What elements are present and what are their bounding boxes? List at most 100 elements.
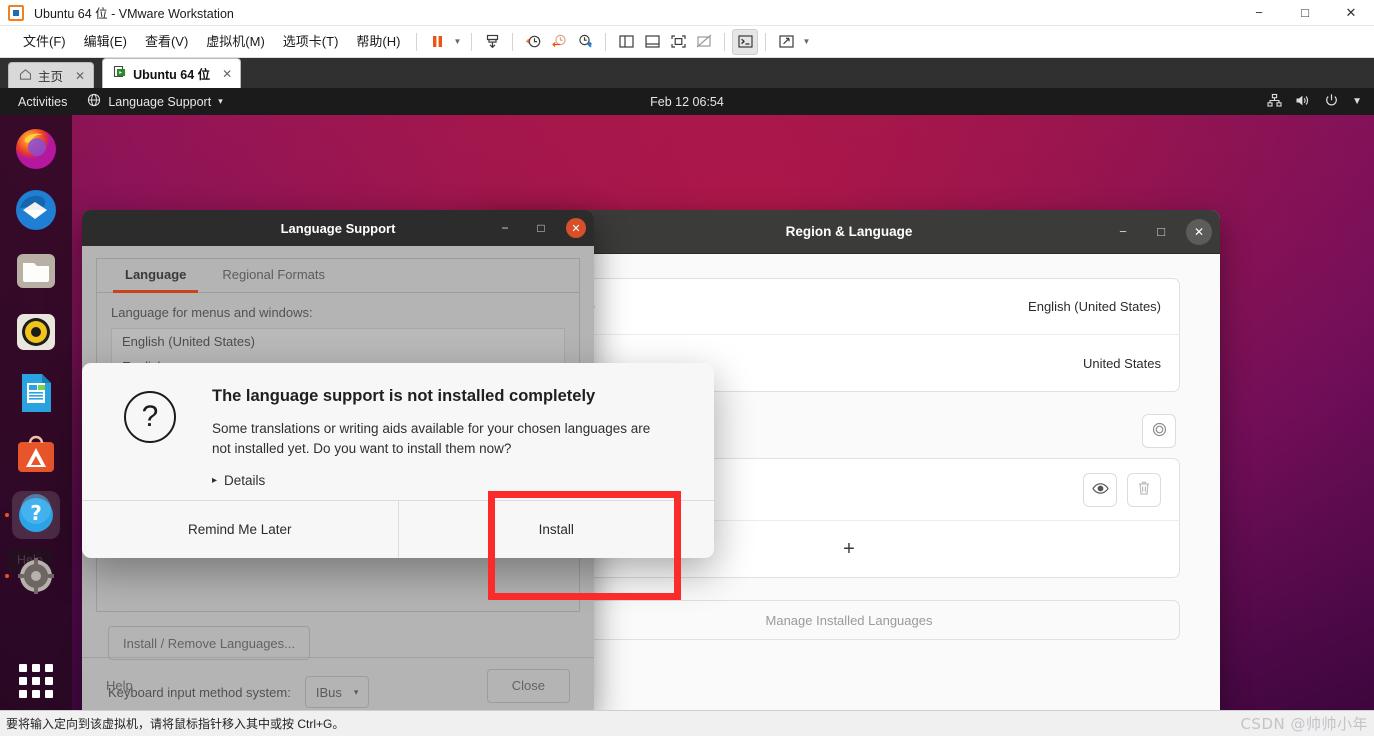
vmware-minimize-button[interactable]: − bbox=[1236, 0, 1282, 26]
trash-icon bbox=[1137, 480, 1151, 499]
dock-item-help[interactable]: ? bbox=[12, 491, 60, 539]
guest-screen: Activities Language Support ▾ Feb 12 06:… bbox=[0, 88, 1374, 710]
menu-tabs[interactable]: 选项卡(T) bbox=[274, 26, 348, 58]
alert-content: ? The language support is not installed … bbox=[82, 363, 714, 500]
toolbar-divider bbox=[605, 32, 607, 51]
network-icon bbox=[1267, 93, 1282, 111]
toolbar-divider bbox=[416, 32, 418, 51]
snapshot-manage-icon[interactable] bbox=[572, 29, 598, 55]
language-maximize-button[interactable]: □ bbox=[530, 217, 552, 239]
vmware-status-message: 要将输入定向到该虚拟机，请将鼠标指针移入其中或按 Ctrl+G。 bbox=[6, 717, 345, 731]
chevron-down-icon: ▾ bbox=[218, 96, 223, 106]
language-menu-label: Language for menus and windows: bbox=[111, 305, 313, 320]
tab-language[interactable]: Language bbox=[107, 259, 204, 293]
dock-item-thunderbird[interactable] bbox=[12, 186, 60, 234]
panel-left-icon[interactable] bbox=[613, 29, 639, 55]
plus-icon: + bbox=[843, 537, 855, 560]
vmware-maximize-button[interactable]: □ bbox=[1282, 0, 1328, 26]
tab-home-label: 主页 bbox=[38, 70, 64, 84]
terminal-icon[interactable] bbox=[732, 28, 759, 55]
menu-edit[interactable]: 编辑(E) bbox=[75, 26, 136, 58]
remind-me-later-button[interactable]: Remind Me Later bbox=[82, 501, 398, 558]
vm-play-icon bbox=[113, 65, 127, 82]
tab-ubuntu-64[interactable]: Ubuntu 64 位 ✕ bbox=[102, 58, 242, 88]
question-mark-icon: ? bbox=[124, 391, 176, 443]
list-item[interactable]: English (United States) bbox=[112, 329, 564, 354]
install-highlight-annotation bbox=[488, 491, 681, 600]
toolbar-divider bbox=[765, 32, 767, 51]
send-keys-icon[interactable] bbox=[479, 29, 505, 55]
install-remove-languages-button[interactable]: Install / Remove Languages... bbox=[108, 626, 310, 660]
chevron-right-icon: ▸ bbox=[212, 475, 218, 487]
panel-bottom-icon[interactable] bbox=[639, 29, 665, 55]
vmware-statusbar: 要将输入定向到该虚拟机，请将鼠标指针移入其中或按 Ctrl+G。 bbox=[0, 710, 1374, 736]
row-language[interactable]: Language English (United States) bbox=[519, 279, 1179, 335]
region-maximize-button[interactable]: □ bbox=[1148, 219, 1174, 245]
menu-help[interactable]: 帮助(H) bbox=[347, 26, 409, 58]
dock-item-libreoffice-writer[interactable] bbox=[12, 369, 60, 417]
tab-home[interactable]: 主页 ✕ bbox=[8, 62, 95, 88]
gear-icon bbox=[1151, 421, 1168, 441]
tab-regional-formats[interactable]: Regional Formats bbox=[204, 259, 343, 292]
toolbar-divider bbox=[471, 32, 473, 51]
chevron-down-icon[interactable]: ▼ bbox=[450, 29, 464, 55]
dock-show-applications[interactable] bbox=[19, 664, 53, 698]
help-link[interactable]: Help bbox=[106, 678, 133, 693]
dock-item-settings[interactable] bbox=[12, 552, 60, 600]
close-button-label: Close bbox=[511, 678, 545, 693]
power-icon bbox=[1324, 93, 1339, 111]
menu-vm[interactable]: 虚拟机(M) bbox=[197, 26, 274, 58]
dock-item-firefox[interactable] bbox=[12, 125, 60, 173]
snapshot-revert-icon[interactable] bbox=[546, 29, 572, 55]
unity-mode-icon[interactable] bbox=[691, 29, 717, 55]
snapshot-add-icon[interactable] bbox=[520, 29, 546, 55]
globe-icon bbox=[87, 93, 101, 110]
watermark: CSDN @帅帅小年 bbox=[1240, 715, 1368, 733]
input-settings-button[interactable] bbox=[1142, 414, 1176, 448]
dock-item-rhythmbox[interactable] bbox=[12, 308, 60, 356]
region-minimize-button[interactable]: − bbox=[1110, 219, 1136, 245]
region-close-button[interactable]: ✕ bbox=[1186, 218, 1212, 245]
ubuntu-dock: ? bbox=[0, 115, 72, 710]
vmware-close-button[interactable]: ✕ bbox=[1328, 0, 1374, 26]
vmware-logo-icon bbox=[8, 4, 24, 21]
language-window-footer: Help Close bbox=[82, 657, 594, 710]
close-icon[interactable]: ✕ bbox=[75, 69, 85, 83]
toolbar-divider bbox=[724, 32, 726, 51]
pause-button[interactable] bbox=[424, 29, 450, 55]
volume-icon bbox=[1295, 93, 1311, 111]
language-window-header: Language Support − □ ✕ bbox=[82, 210, 594, 246]
activities-button[interactable]: Activities bbox=[0, 95, 79, 109]
vmware-window-title: Ubuntu 64 位 - VMware Workstation bbox=[34, 7, 234, 21]
language-close-button[interactable]: ✕ bbox=[566, 218, 586, 238]
svg-text:?: ? bbox=[30, 501, 42, 525]
dock-item-files[interactable] bbox=[12, 247, 60, 295]
gnome-system-menu[interactable]: ▼ bbox=[1267, 93, 1362, 111]
language-minimize-button[interactable]: − bbox=[494, 217, 516, 239]
manage-installed-languages-button[interactable]: Manage Installed Languages bbox=[518, 600, 1180, 640]
close-button[interactable]: Close bbox=[486, 668, 570, 703]
vmware-titlebar: Ubuntu 64 位 - VMware Workstation − □ ✕ bbox=[0, 0, 1374, 26]
home-icon bbox=[19, 68, 32, 84]
toolbar-divider bbox=[512, 32, 514, 51]
fullscreen-icon[interactable] bbox=[665, 29, 691, 55]
chevron-down-icon[interactable]: ▼ bbox=[799, 29, 813, 55]
manage-installed-languages-label: Manage Installed Languages bbox=[765, 612, 933, 628]
stretch-icon[interactable] bbox=[773, 29, 799, 55]
tab-ubuntu-label: Ubuntu 64 位 bbox=[133, 68, 211, 82]
alert-details-toggle[interactable]: ▸ Details bbox=[212, 473, 652, 488]
close-icon[interactable]: ✕ bbox=[222, 67, 232, 81]
eye-icon bbox=[1091, 482, 1109, 498]
menu-file[interactable]: 文件(F) bbox=[14, 26, 75, 58]
gnome-top-bar: Activities Language Support ▾ Feb 12 06:… bbox=[0, 88, 1374, 115]
dock-item-ubuntu-software[interactable] bbox=[12, 430, 60, 478]
vmware-menubar: 文件(F) 编辑(E) 查看(V) 虚拟机(M) 选项卡(T) 帮助(H) ▼ bbox=[0, 26, 1374, 58]
remove-input-source-button[interactable] bbox=[1127, 472, 1161, 507]
app-menu-button[interactable]: Language Support ▾ bbox=[79, 93, 230, 110]
menu-view[interactable]: 查看(V) bbox=[136, 26, 197, 58]
show-keyboard-layout-button[interactable] bbox=[1083, 472, 1117, 507]
vmware-tabbar: 主页 ✕ Ubuntu 64 位 ✕ bbox=[0, 58, 1374, 88]
alert-details-label: Details bbox=[224, 473, 266, 489]
alert-text-block: The language support is not installed co… bbox=[212, 387, 652, 500]
app-menu-label: Language Support bbox=[108, 94, 212, 109]
